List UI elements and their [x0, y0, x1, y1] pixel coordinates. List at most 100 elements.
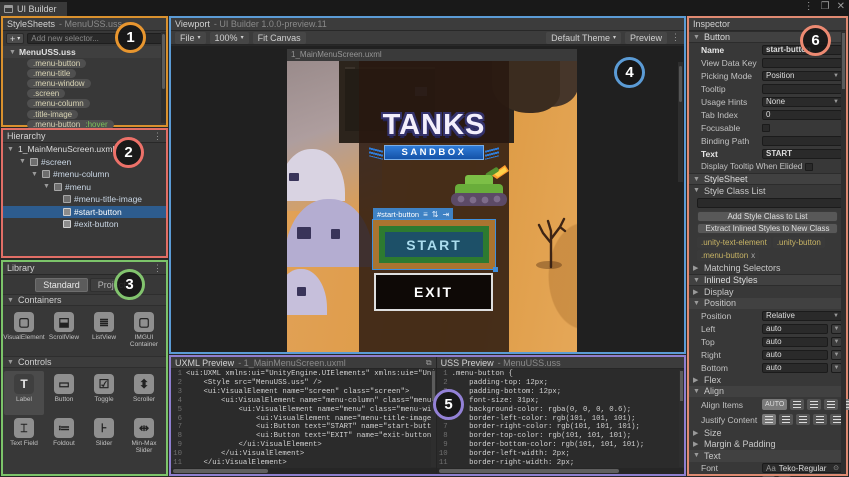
hierarchy-item-start-button[interactable]: #start-button: [3, 205, 166, 218]
hierarchy-item-menu-title-image[interactable]: #menu-title-image: [3, 193, 166, 206]
view-data-key-field[interactable]: [762, 57, 842, 68]
add-style-class-button[interactable]: Add Style Class to List: [697, 210, 838, 222]
tooltip-field[interactable]: [762, 83, 842, 94]
class-pill-unity-text-element[interactable]: .unity-text-element: [697, 236, 771, 248]
viewport-scrollbar[interactable]: [678, 62, 683, 182]
window-menu-icon[interactable]: ⋮: [804, 1, 814, 12]
text-field[interactable]: START: [762, 148, 842, 159]
bottom-field[interactable]: auto: [762, 362, 828, 373]
position-foldout[interactable]: ▼ Position: [689, 297, 846, 309]
stylesheets-scrollbar[interactable]: [161, 32, 166, 123]
library-item-button[interactable]: ▭ Button: [44, 371, 84, 415]
tab-index-field[interactable]: 0: [762, 109, 842, 120]
library-item-slider[interactable]: ⊦ Slider: [84, 415, 124, 459]
font-object-field[interactable]: Aa Teko-Regular ⊙: [762, 463, 842, 473]
class-pill-unity-button[interactable]: .unity-button: [772, 236, 825, 248]
resize-handle[interactable]: [493, 267, 498, 272]
flex-foldout[interactable]: ▶ Flex: [689, 374, 846, 386]
canvas-document-tab[interactable]: 1_MainMenuScreen.uxml: [287, 49, 577, 61]
section-inlined-styles[interactable]: ▼ Inlined Styles: [689, 274, 846, 286]
library-item-minmax-slider[interactable]: ⇹ Min-Max Slider: [124, 415, 164, 459]
library-item-textfield[interactable]: ⌶ Text Field: [4, 415, 44, 459]
open-external-icon[interactable]: ⧉: [426, 358, 432, 368]
uxml-hscrollbar[interactable]: [171, 468, 436, 474]
menu-column[interactable]: TANKS SANDBOX #start-button ≡ ⇅ ⇥ START …: [359, 61, 509, 352]
align-items-flex-end-button[interactable]: [824, 399, 839, 410]
matching-selectors-foldout[interactable]: ▶ Matching Selectors: [689, 263, 846, 275]
uxml-code[interactable]: 1 <ui:UXML xmlns:ui="UnityEngine.UIElemen…: [171, 369, 436, 468]
usage-hints-dropdown[interactable]: None ▼: [762, 96, 842, 107]
hierarchy-item-menu-column[interactable]: ▼ #menu-column: [3, 168, 166, 181]
align-items-center-button[interactable]: [807, 399, 822, 410]
zoom-dropdown[interactable]: 100% ▾: [209, 31, 249, 44]
library-item-visualelement[interactable]: ▢ VisualElement: [3, 309, 45, 353]
left-field[interactable]: auto: [762, 323, 828, 334]
tab-standard[interactable]: Standard: [35, 278, 88, 292]
library-item-toggle[interactable]: ☑ Toggle: [84, 371, 124, 415]
top-field[interactable]: auto: [762, 336, 828, 347]
justify-center-button[interactable]: [779, 414, 793, 425]
section-stylesheet[interactable]: ▼ StyleSheet: [689, 173, 846, 185]
style-class-list-foldout[interactable]: ▼ Style Class List: [689, 185, 846, 197]
fit-canvas-button[interactable]: Fit Canvas: [252, 31, 306, 44]
justify-flex-end-button[interactable]: [796, 414, 810, 425]
library-item-scrollview[interactable]: ⬓ ScrollView: [44, 309, 84, 353]
position-dropdown[interactable]: Relative ▼: [762, 310, 842, 321]
file-menu-button[interactable]: File ▾: [175, 31, 206, 44]
position-anchor-icon[interactable]: ⇥: [442, 210, 449, 219]
selector-title-image[interactable]: .title-image: [27, 109, 79, 119]
library-menu-icon[interactable]: ⋮: [153, 263, 162, 274]
foldout-caret-icon[interactable]: ▼: [9, 49, 17, 56]
selector-screen[interactable]: .screen: [27, 89, 66, 99]
selector-menu-window[interactable]: .menu-window: [27, 78, 91, 88]
align-items-auto-button[interactable]: AUTO: [762, 399, 788, 410]
text-foldout[interactable]: ▼ Text: [689, 450, 846, 462]
justify-space-between-button[interactable]: [813, 414, 827, 425]
selection-label-tab[interactable]: #start-button ≡ ⇅ ⇥: [373, 208, 454, 220]
library-item-imgui[interactable]: ▢ IMGUI Container: [124, 309, 164, 353]
right-field[interactable]: auto: [762, 349, 828, 360]
inspector-scrollbar[interactable]: [841, 31, 846, 474]
uss-hscrollbar[interactable]: [436, 468, 684, 474]
style-class-input[interactable]: [697, 198, 842, 208]
object-picker-icon[interactable]: ⊙: [833, 464, 839, 472]
selector-menu-title[interactable]: .menu-title: [27, 68, 77, 78]
binding-path-field[interactable]: [762, 135, 842, 146]
game-canvas[interactable]: TANKS SANDBOX #start-button ≡ ⇅ ⇥ START …: [287, 61, 577, 352]
display-foldout[interactable]: ▶ Display: [689, 286, 846, 298]
align-items-flex-start-button[interactable]: [790, 399, 805, 410]
extract-inlined-styles-button[interactable]: Extract Inlined Styles to New Class: [697, 222, 838, 234]
align-foldout[interactable]: ▼ Align: [689, 385, 846, 397]
library-item-label[interactable]: T Label: [4, 371, 44, 415]
margin-padding-foldout[interactable]: ▶ Margin & Padding: [689, 439, 846, 451]
theme-dropdown[interactable]: Default Theme ▾: [546, 31, 621, 44]
uss-vscrollbar[interactable]: [679, 370, 684, 467]
window-tab[interactable]: UI Builder: [0, 0, 67, 16]
remove-class-icon[interactable]: x: [751, 251, 755, 260]
uss-code[interactable]: 1.menu-button { 2 padding-top: 12px; 3 p…: [436, 369, 684, 468]
hierarchy-menu-icon[interactable]: ⋮: [153, 131, 162, 142]
start-button-selection[interactable]: START: [372, 219, 498, 272]
align-horizontal-icon[interactable]: ≡: [423, 210, 428, 219]
add-selector-button[interactable]: + ▾: [6, 33, 25, 44]
uxml-vscrollbar[interactable]: [430, 370, 436, 467]
justify-flex-start-button[interactable]: [762, 414, 776, 425]
preview-toggle-button[interactable]: Preview: [624, 31, 667, 44]
selector-menu-button[interactable]: .menu-button: [27, 58, 87, 68]
align-vertical-icon[interactable]: ⇅: [432, 210, 439, 219]
library-item-scroller[interactable]: ⬍ Scroller: [124, 371, 164, 415]
library-item-foldout[interactable]: ≔ Foldout: [44, 415, 84, 459]
selector-menu-column[interactable]: .menu-column: [27, 99, 90, 109]
class-pill-menu-button[interactable]: .menu-button x: [697, 249, 760, 261]
exit-button[interactable]: EXIT: [374, 273, 493, 311]
picking-mode-dropdown[interactable]: Position ▼: [762, 70, 842, 81]
library-item-listview[interactable]: ≣ ListView: [84, 309, 124, 353]
window-maximize-icon[interactable]: ❐: [821, 1, 830, 12]
focusable-checkbox[interactable]: [762, 123, 770, 132]
size-foldout[interactable]: ▶ Size: [689, 427, 846, 439]
display-tooltip-checkbox[interactable]: [805, 162, 814, 171]
hierarchy-item-menu[interactable]: ▼ #menu: [3, 181, 166, 194]
window-close-icon[interactable]: ✕: [837, 1, 845, 12]
start-button[interactable]: START: [385, 232, 483, 257]
hierarchy-item-exit-button[interactable]: #exit-button: [3, 218, 166, 231]
